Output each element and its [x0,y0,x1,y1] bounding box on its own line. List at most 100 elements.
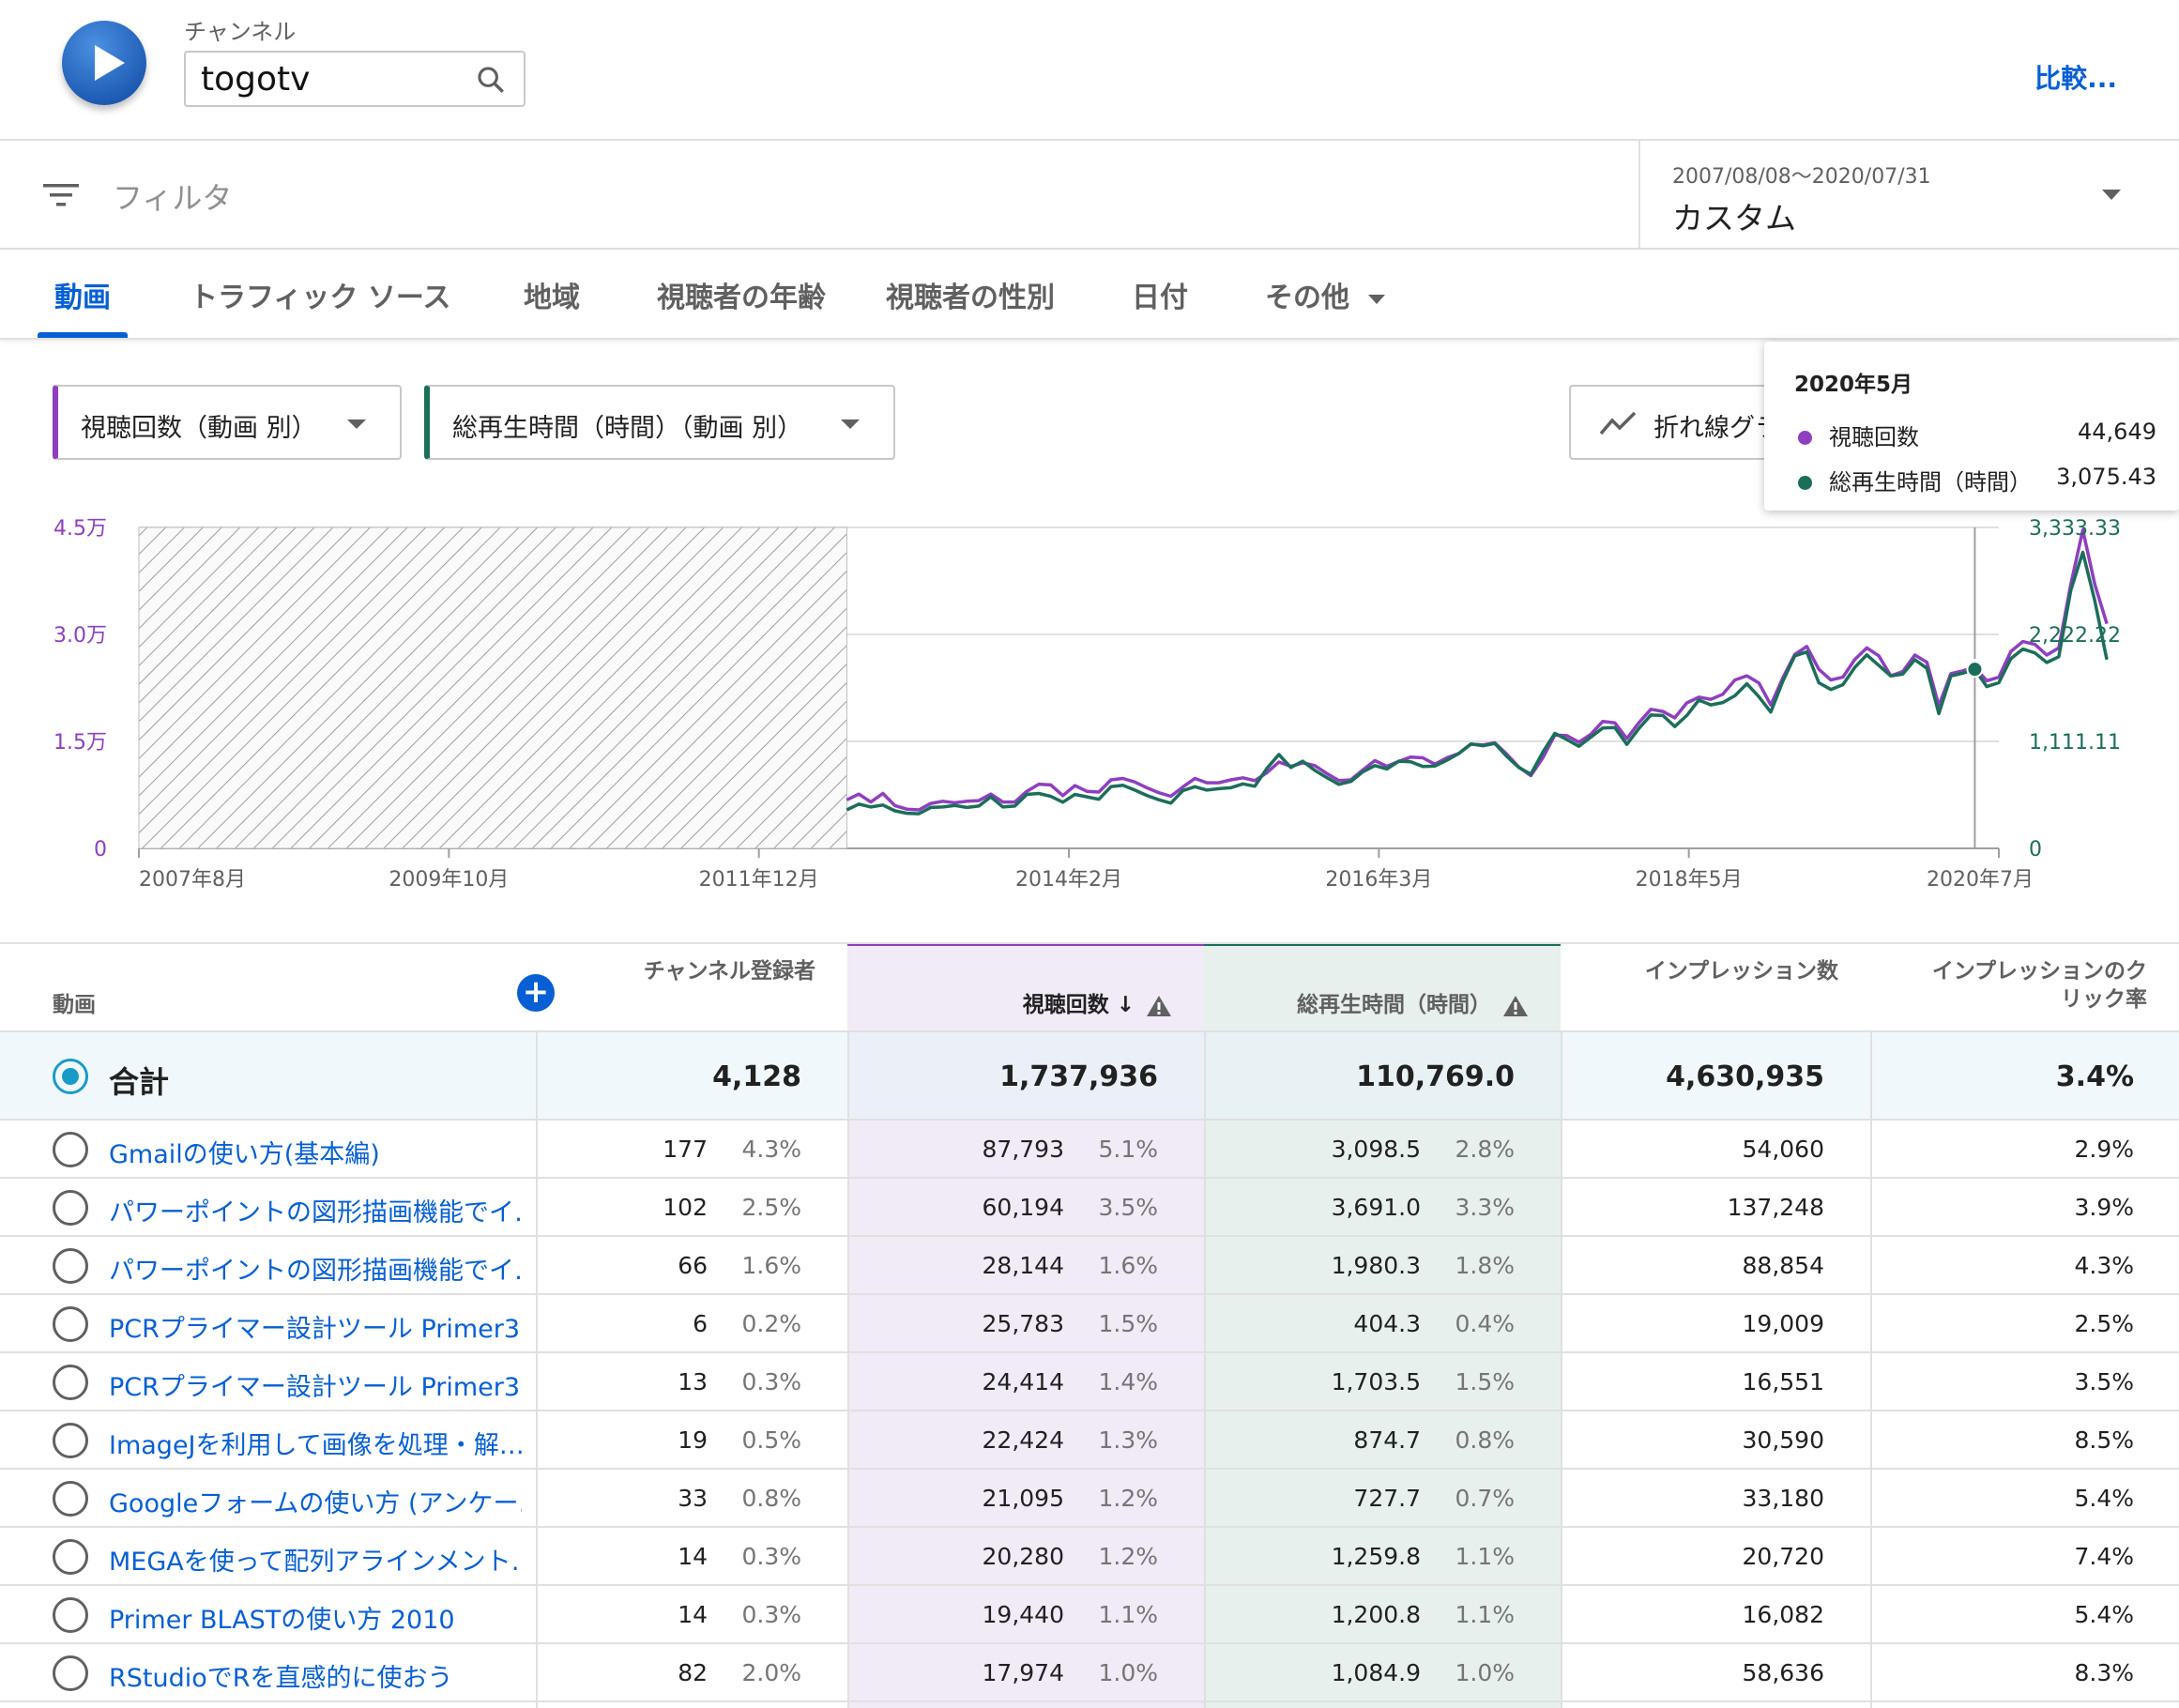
video-title-link[interactable]: RStudioでRを直感的に使おう [109,1657,522,1694]
cell-views-pct: 1.5% [1098,1310,1158,1337]
row-radio[interactable] [53,1190,88,1226]
column-divider [1204,1032,1206,1708]
tab-geography[interactable]: 地域 [524,274,580,315]
column-divider [536,1032,538,1708]
tab-viewer-age[interactable]: 視聴者の年齢 [657,274,826,315]
warning-icon [1503,995,1528,1016]
row-radio[interactable] [53,1539,88,1575]
tooltip-row-views: 視聴回数 44,649 [1798,419,2156,451]
video-title-link[interactable]: パワーポイントの図形描画機能でイ… [109,1250,522,1287]
secondary-metric-label: 総再生時間（時間）（動画 別） [452,414,803,443]
tab-traffic-source[interactable]: トラフィック ソース [190,274,450,315]
column-header-video[interactable]: 動画 [53,944,240,1034]
row-radio[interactable] [53,1365,88,1400]
cell-subs-pct: 4.3% [741,1136,801,1163]
cell-views: 22,424 [982,1426,1064,1454]
column-header-watch[interactable]: 総再生時間（時間） [1204,944,1561,1034]
cell-watch: 3,691.0 [1331,1194,1421,1221]
column-divider [1561,1032,1562,1708]
column-header-ctr-label: インプレッションのクリック率 [1931,959,2147,1012]
cell-ctr: 8.5% [2074,1426,2134,1454]
tab-more[interactable]: その他 [1265,274,1385,315]
cell-ctr: 5.4% [2074,1485,2134,1512]
row-radio[interactable] [53,1481,88,1517]
cell-watch: 1,200.8 [1331,1601,1421,1628]
date-range-picker[interactable]: 2007/08/08〜2020/07/31 カスタム [1638,141,2179,248]
series-dot-icon [1798,476,1812,490]
cell-impressions: 137,248 [1727,1194,1824,1221]
cell-watch-pct: 1.1% [1455,1543,1515,1570]
table-row: パワーポイントの図形描画機能でイ… 102 2.5% 60,194 3.5% 3,691.… [0,1179,2179,1237]
search-icon[interactable] [475,64,507,96]
cell-views-pct: 1.6% [1098,1252,1158,1279]
cell-watch: 874.7 [1353,1426,1421,1454]
cell-subs: 82 [678,1659,708,1686]
y-right-tick-label: 2,222.22 [2029,624,2121,648]
filter-input[interactable]: フィルタ [113,175,232,218]
y-right-tick-label: 0 [2029,838,2042,862]
video-title-link[interactable]: ImageJを利用して画像を処理・解… [109,1425,522,1461]
channel-search-input[interactable]: togotv [184,51,526,107]
y-left-tick-label: 3.0万 [53,624,107,648]
cell-impressions: 16,082 [1742,1601,1824,1628]
cell-views-pct: 1.1% [1098,1601,1158,1628]
cell-impressions: 88,854 [1742,1252,1824,1279]
column-header-impressions-label: インプレッション数 [1644,959,1838,984]
total-impressions: 4,630,935 [1666,1060,1824,1093]
tab-date[interactable]: 日付 [1132,274,1188,315]
cell-watch: 404.3 [1353,1310,1421,1337]
cell-impressions: 19,009 [1742,1310,1824,1337]
cell-watch: 727.7 [1353,1485,1421,1512]
column-header-impressions[interactable]: インプレッション数 [1561,944,1870,1034]
column-header-views[interactable]: 視聴回数 ↓ [847,944,1204,1034]
compare-link[interactable]: 比較... [2034,58,2117,96]
cell-ctr: 5.4% [2074,1601,2134,1628]
filter-bar: フィルタ 2007/08/08〜2020/07/31 カスタム [0,141,2179,250]
dimension-tabs: 動画 トラフィック ソース 地域 視聴者の年齢 視聴者の性別 日付 その他 [0,250,2179,340]
primary-metric-dropdown[interactable]: 視聴回数（動画 別） [53,385,402,460]
y-right-tick-label: 1,111.11 [2029,731,2121,755]
video-title-link[interactable]: Primer BLASTの使い方 2010 [109,1599,522,1636]
y-left-tick-label: 0 [94,838,107,862]
cell-watch: 1,980.3 [1331,1252,1421,1279]
cell-views: 24,414 [982,1368,1064,1395]
cell-watch-pct: 1.1% [1455,1601,1515,1628]
total-radio[interactable] [53,1059,88,1094]
column-header-ctr[interactable]: インプレッションのクリック率 [1870,944,2179,1034]
x-tick-label: 2020年7月 [1927,868,2034,892]
channel-avatar-icon[interactable] [62,21,146,105]
video-title-link[interactable]: Googleフォームの使い方 (アンケー… [109,1483,522,1519]
y-right-tick-label: 3,333.33 [2029,517,2121,541]
tab-videos[interactable]: 動画 [54,274,111,315]
video-title-link[interactable]: Gmailの使い方(基本編) [109,1134,522,1170]
cell-ctr: 7.4% [2074,1543,2134,1570]
table-row: ImageJを利用して画像を処理・解… 19 0.5% 22,424 1.3% 874.7… [0,1411,2179,1470]
row-radio[interactable] [53,1248,88,1284]
cell-impressions: 20,720 [1742,1543,1824,1570]
tab-viewer-gender[interactable]: 視聴者の性別 [886,274,1055,315]
row-radio[interactable] [53,1655,88,1691]
cell-impressions: 33,180 [1742,1485,1824,1512]
filter-icon[interactable] [43,182,79,208]
video-title-link[interactable]: PCRプライマー設計ツール Primer3… [109,1308,522,1345]
video-title-link[interactable]: PCRプライマー設計ツール Primer3… [109,1366,522,1403]
line-chart: 0 1.5万 3.0万 4.5万 0 1,111.11 2,222.22 3,333.33 20… [53,517,2121,892]
channel-label: チャンネル [184,19,297,45]
total-label: 合計 [109,1064,170,1100]
secondary-metric-dropdown[interactable]: 総再生時間（時間）（動画 別） [424,385,895,460]
row-radio[interactable] [53,1306,88,1342]
cell-subs: 66 [678,1252,708,1279]
chevron-down-icon [841,419,860,429]
cell-ctr: 8.3% [2074,1659,2134,1686]
video-title-link[interactable]: MEGAを使って配列アラインメント… [109,1541,522,1578]
table-total-row: 合計 4,128 1,737,936 110,769.0 4,630,935 3… [0,1032,2179,1121]
cell-subs: 177 [663,1136,708,1163]
video-title-link[interactable]: パワーポイントの図形描画機能でイ… [109,1192,522,1228]
row-radio[interactable] [53,1597,88,1633]
x-tick-label: 2014年2月 [1015,868,1122,892]
sort-arrow-down-icon: ↓ [1116,993,1135,1017]
x-tick-label: 2007年8月 [139,868,246,892]
row-radio[interactable] [53,1423,88,1458]
row-radio[interactable] [53,1132,88,1167]
column-header-subs[interactable]: チャンネル登録者 [538,944,847,1034]
